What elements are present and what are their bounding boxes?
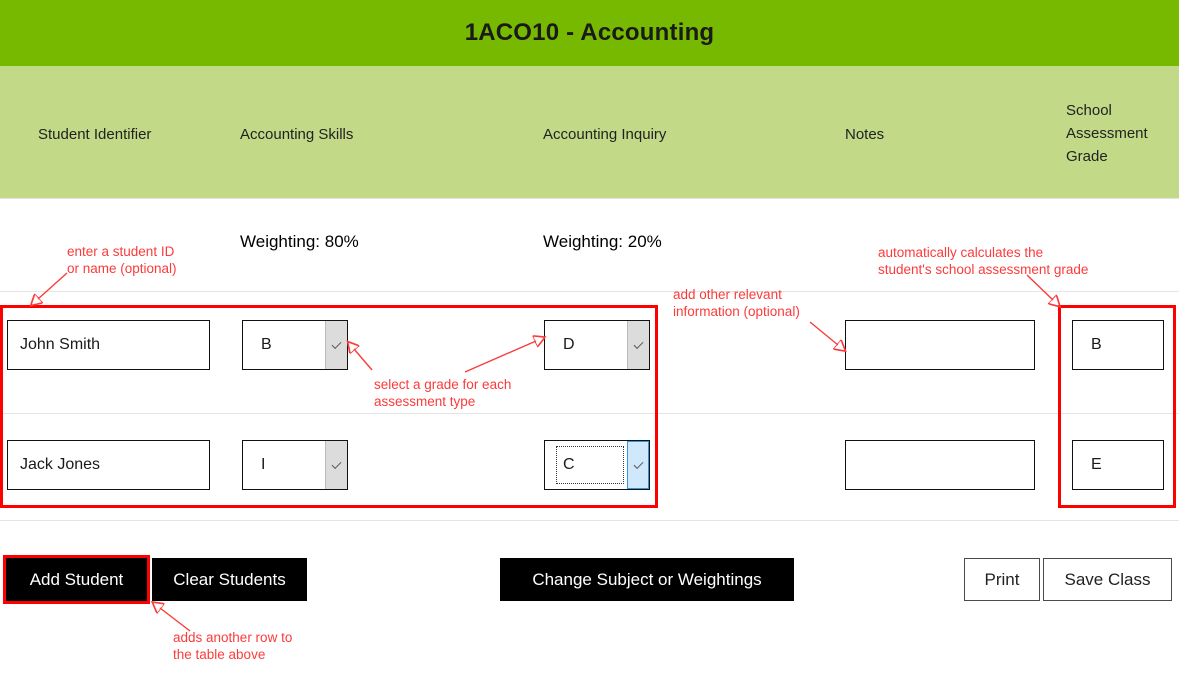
annotation-student-identifier: enter a student ID or name (optional) — [67, 244, 177, 276]
annotation-select-grade: select a grade for each assessment type — [374, 377, 512, 409]
chevron-down-icon[interactable] — [627, 321, 649, 369]
weighting-accounting-inquiry: Weighting: 20% — [543, 232, 662, 251]
column-header-notes: Notes — [845, 126, 885, 143]
column-header-accounting-skills: Accounting Skills — [240, 126, 354, 143]
chevron-down-icon[interactable] — [325, 321, 347, 369]
column-header-accounting-inquiry: Accounting Inquiry — [543, 126, 667, 143]
clear-students-button[interactable]: Clear Students — [152, 558, 307, 601]
column-header-school-assessment-grade: School Assessment Grade — [1066, 102, 1148, 165]
annotation-school-assessment-grade: automatically calculates the student's s… — [878, 245, 1089, 277]
page-title-bar: 1ACO10 - Accounting — [0, 0, 1179, 66]
add-student-button[interactable]: Add Student — [5, 558, 148, 601]
save-class-button[interactable]: Save Class — [1043, 558, 1172, 601]
accounting-inquiry-select-value-row-1: D — [563, 336, 575, 353]
chevron-down-icon[interactable] — [325, 441, 347, 489]
page-title: 1ACO10 - Accounting — [464, 19, 715, 46]
accounting-inquiry-select-row-2[interactable]: C — [544, 440, 650, 490]
accounting-skills-select-value-row-2: I — [261, 456, 266, 473]
column-header-student-identifier: Student Identifier — [38, 126, 152, 143]
accounting-skills-select-row-2[interactable]: I — [242, 440, 348, 490]
weighting-accounting-skills: Weighting: 80% — [240, 232, 359, 251]
accounting-skills-select-value-row-1: B — [261, 336, 272, 353]
school-assessment-grade-row-1: B — [1072, 320, 1164, 370]
accounting-inquiry-select-value-row-2: C — [556, 446, 624, 484]
school-assessment-grade-row-2: E — [1072, 440, 1164, 490]
student-identifier-input-row-2[interactable] — [7, 440, 210, 490]
subject-grading-page: 1ACO10 - Accounting Student Identifier A… — [0, 0, 1179, 677]
accounting-skills-select-row-1[interactable]: B — [242, 320, 348, 370]
chevron-down-icon[interactable] — [627, 441, 649, 489]
divider-weighting-row — [0, 291, 1179, 292]
notes-input-row-1[interactable] — [845, 320, 1035, 370]
accounting-inquiry-select-row-1[interactable]: D — [544, 320, 650, 370]
divider-row-1 — [0, 413, 1179, 414]
divider-header — [0, 198, 1179, 199]
print-button[interactable]: Print — [964, 558, 1040, 601]
divider-table-bottom — [0, 520, 1179, 521]
student-identifier-input-row-1[interactable] — [7, 320, 210, 370]
notes-input-row-2[interactable] — [845, 440, 1035, 490]
change-subject-or-weightings-button[interactable]: Change Subject or Weightings — [500, 558, 794, 601]
annotation-add-student: adds another row to the table above — [173, 630, 293, 662]
